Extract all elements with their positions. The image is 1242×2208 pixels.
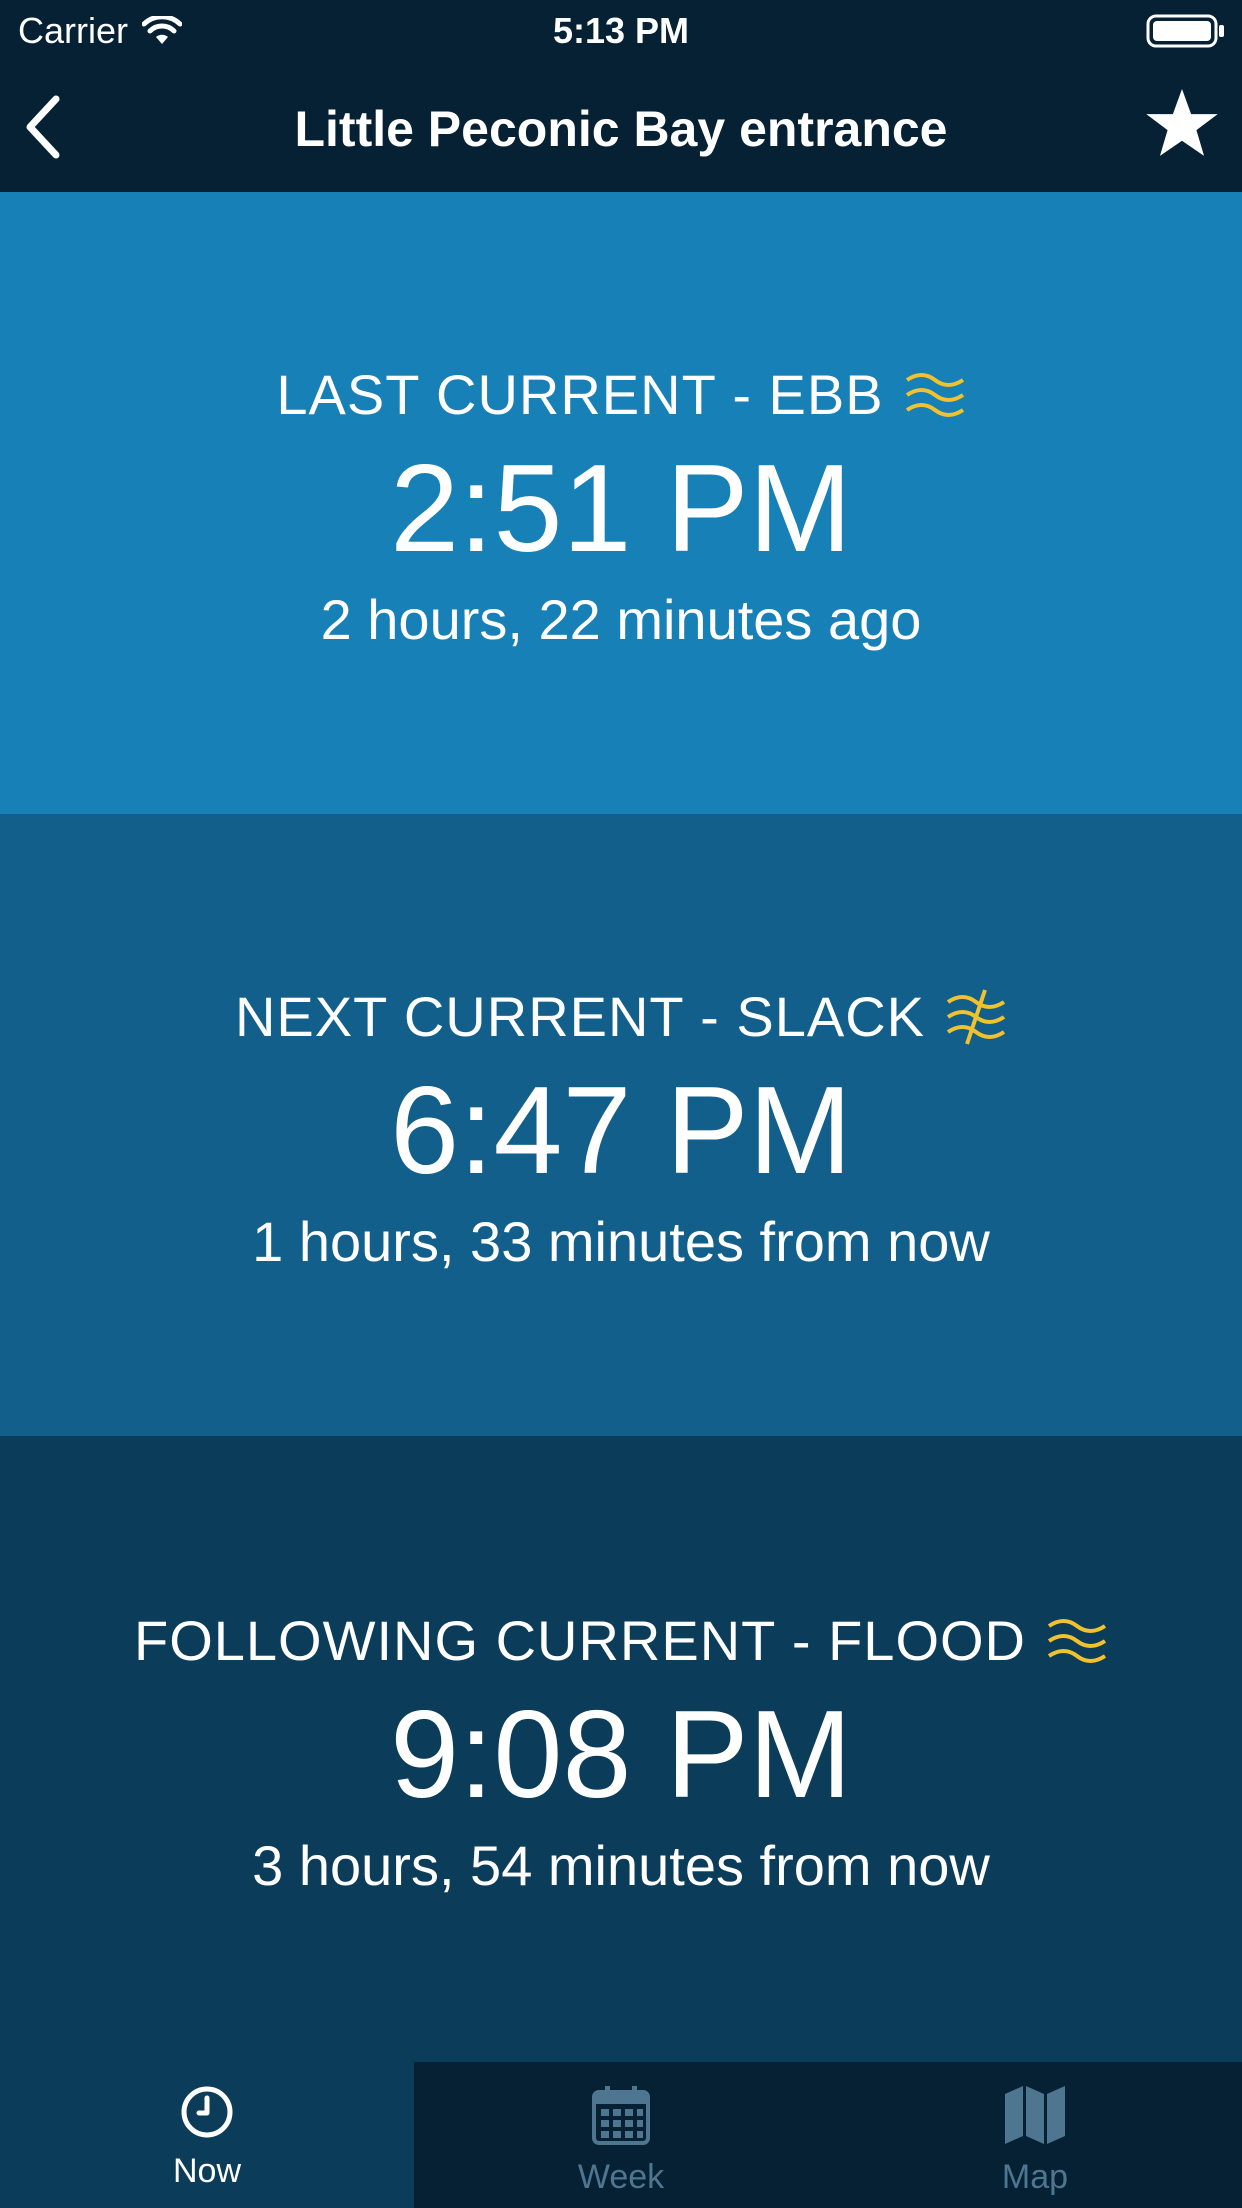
status-time: 5:13 PM [552,10,690,51]
map-icon [1005,2086,1065,2144]
tab-week-label: Week [577,2158,665,2196]
last-current-label: LAST CURRENT - EBB [276,363,884,426]
star-icon [1146,89,1218,156]
ebb-waves-icon [905,372,964,417]
page-title: Little Peconic Bay entrance [294,101,948,157]
navigation-bar: Little Peconic Bay entrance [0,62,1242,192]
calendar-icon [592,2086,650,2145]
next-current-label: NEXT CURRENT - SLACK [234,985,926,1048]
next-current-time: 6:47 PM [390,1061,852,1200]
next-current-relative: 1 hours, 33 minutes from now [252,1209,990,1273]
tab-bar: Now Week Map [0,2062,1242,2208]
tab-map[interactable]: Map [828,2062,1242,2208]
tab-now-label: Now [172,2152,242,2190]
following-current-label: FOLLOWING CURRENT - FLOOD [133,1609,1026,1672]
following-current-relative: 3 hours, 54 minutes from now [252,1833,990,1897]
last-current-time: 2:51 PM [390,439,852,578]
last-current-relative: 2 hours, 22 minutes ago [320,587,922,651]
following-current-time: 9:08 PM [390,1685,852,1824]
panel-label: NEXT CURRENT - SLACK [235,977,1007,1057]
tab-week[interactable]: Week [414,2062,828,2208]
next-current-panel: NEXT CURRENT - SLACK 6:47 PM 1 hours, 33… [0,814,1242,1436]
status-bar: Carrier 5:13 PM [0,0,1242,62]
favorite-button[interactable] [1144,86,1220,162]
slack-waves-icon [946,988,1006,1045]
clock-icon [181,2086,233,2138]
panel-label: FOLLOWING CURRENT - FLOOD [134,1601,1108,1681]
battery-icon [1146,14,1226,57]
following-current-panel: FOLLOWING CURRENT - FLOOD 9:08 PM 3 hour… [0,1436,1242,2062]
last-current-panel: LAST CURRENT - EBB 2:51 PM 2 hours, 22 m… [0,192,1242,814]
panel-label: LAST CURRENT - EBB [276,355,965,435]
tab-now[interactable]: Now [0,2062,414,2208]
flood-waves-icon [1047,1618,1107,1663]
tab-map-label: Map [1001,2158,1069,2196]
